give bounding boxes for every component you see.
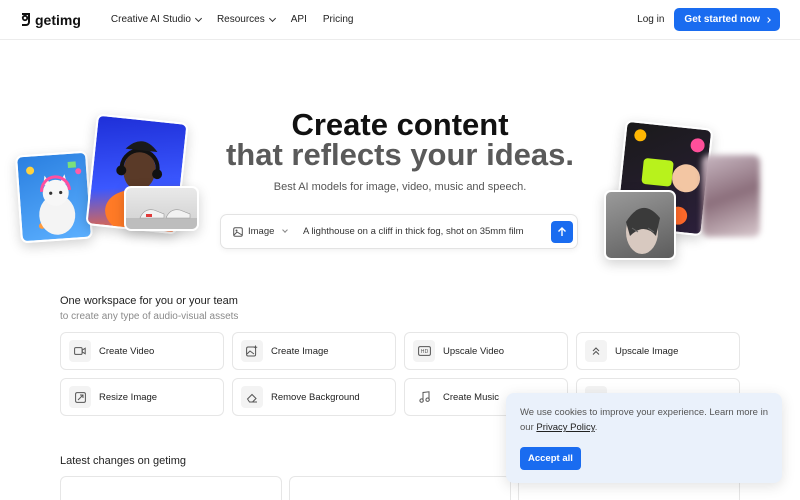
page: getimg Creative AI Studio Resources API … bbox=[0, 0, 800, 500]
tool-label: Upscale Video bbox=[443, 345, 505, 357]
tool-upscale-video[interactable]: HD Upscale Video bbox=[404, 332, 568, 370]
chevron-right-icon bbox=[765, 16, 771, 23]
get-started-button[interactable]: Get started now bbox=[674, 8, 780, 31]
tool-label: Create Music bbox=[443, 391, 499, 403]
get-started-label: Get started now bbox=[684, 14, 760, 25]
nav-links: Creative AI Studio Resources API Pricing bbox=[111, 14, 370, 25]
nav-pricing[interactable]: Pricing bbox=[323, 14, 354, 25]
top-nav: getimg Creative AI Studio Resources API … bbox=[0, 0, 800, 40]
nav-link-label: API bbox=[290, 14, 307, 25]
hero-title-line2: that reflects your ideas. bbox=[225, 137, 574, 172]
prompt-input[interactable] bbox=[303, 226, 551, 237]
accept-all-button[interactable]: Accept all bbox=[520, 447, 581, 470]
tool-label: Create Video bbox=[99, 345, 155, 357]
upscale-icon bbox=[585, 340, 607, 362]
cookie-suffix: . bbox=[594, 422, 598, 433]
changes-card[interactable] bbox=[60, 476, 282, 500]
cookie-text: We use cookies to improve your experienc… bbox=[520, 405, 768, 435]
tool-resize-image[interactable]: Resize Image bbox=[60, 378, 224, 416]
nav-resources[interactable]: Resources bbox=[216, 14, 276, 25]
submit-button[interactable] bbox=[551, 220, 573, 243]
mode-select[interactable]: Image bbox=[233, 226, 303, 237]
chevron-down-icon bbox=[282, 227, 289, 233]
workspace-subtitle: to create any type of audio-visual asset… bbox=[60, 311, 239, 322]
arrow-up-icon bbox=[558, 226, 566, 236]
svg-text:HD: HD bbox=[420, 349, 428, 355]
login-link[interactable]: Log in bbox=[637, 14, 664, 25]
image-plus-icon bbox=[241, 340, 263, 362]
prompt-bar: Image bbox=[220, 214, 578, 249]
privacy-policy-link[interactable]: Privacy Policy bbox=[536, 422, 594, 433]
tool-create-image[interactable]: Create Image bbox=[232, 332, 396, 370]
hero-subtitle: Best AI models for image, video, music a… bbox=[273, 181, 527, 193]
hd-icon: HD bbox=[413, 340, 435, 362]
logo-text: getimg bbox=[35, 11, 81, 28]
nav-link-label: Resources bbox=[216, 14, 265, 25]
mode-label: Image bbox=[248, 226, 275, 237]
music-icon bbox=[413, 386, 435, 408]
eraser-icon bbox=[241, 386, 263, 408]
tool-label: Remove Background bbox=[271, 391, 360, 403]
tool-label: Resize Image bbox=[99, 391, 158, 403]
nav-api[interactable]: API bbox=[291, 14, 307, 25]
tool-label: Create Image bbox=[271, 345, 329, 357]
workspace-title: One workspace for you or your team bbox=[60, 295, 238, 307]
tool-remove-background[interactable]: Remove Background bbox=[232, 378, 396, 416]
image-icon bbox=[233, 226, 243, 237]
resize-icon bbox=[69, 386, 91, 408]
chevron-down-icon bbox=[268, 14, 276, 22]
tool-create-video[interactable]: Create Video bbox=[60, 332, 224, 370]
tool-label: Upscale Image bbox=[615, 345, 679, 357]
nav-link-label: Pricing bbox=[322, 14, 354, 25]
hero-image-portrait bbox=[604, 190, 676, 260]
nav-creative-ai-studio[interactable]: Creative AI Studio bbox=[110, 14, 202, 25]
tool-upscale-image[interactable]: Upscale Image bbox=[576, 332, 740, 370]
nav-actions: Log in Get started now bbox=[637, 8, 780, 31]
nav-link-label: Creative AI Studio bbox=[110, 14, 191, 25]
latest-changes-title: Latest changes on getimg bbox=[60, 455, 186, 467]
chevron-down-icon bbox=[194, 14, 202, 22]
logo-icon bbox=[21, 13, 30, 26]
logo[interactable]: getimg bbox=[20, 12, 81, 28]
cookie-banner: We use cookies to improve your experienc… bbox=[506, 393, 782, 483]
video-icon bbox=[69, 340, 91, 362]
changes-card[interactable] bbox=[289, 476, 511, 500]
